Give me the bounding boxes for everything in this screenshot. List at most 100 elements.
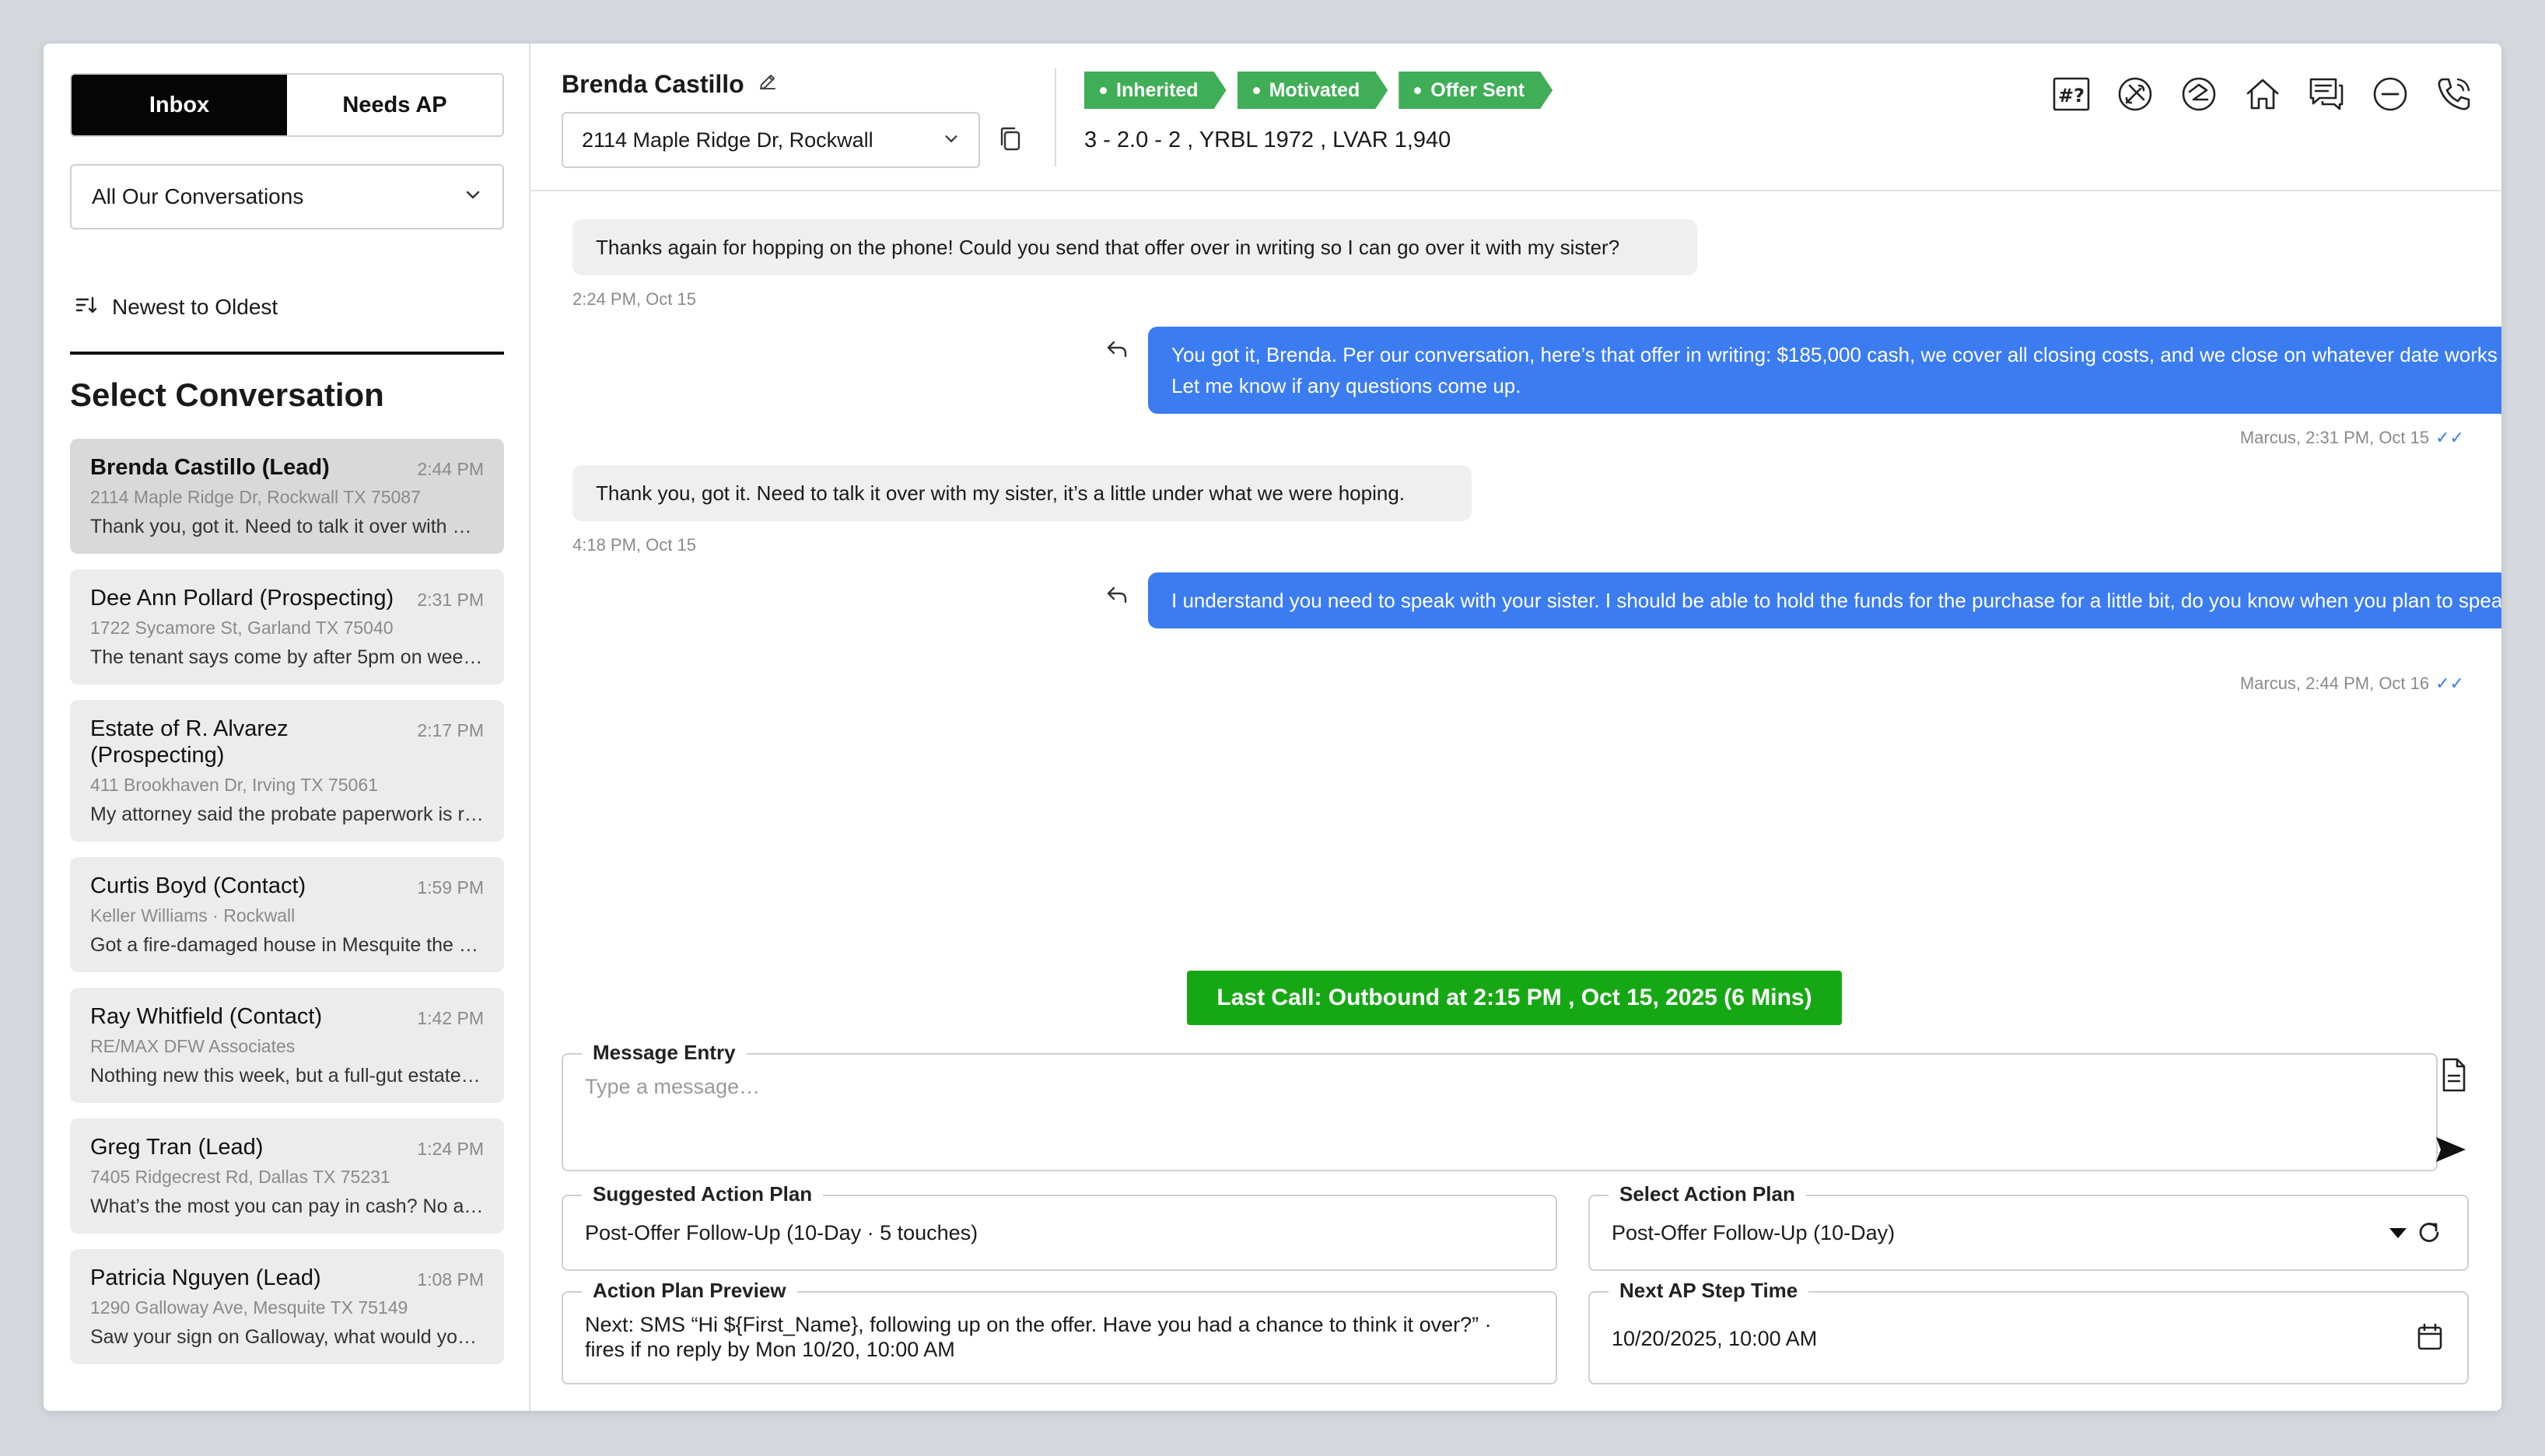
conversation-time: 1:08 PM bbox=[417, 1269, 484, 1290]
refresh-icon[interactable] bbox=[2414, 1218, 2444, 1251]
reply-icon[interactable] bbox=[1104, 583, 1129, 611]
hashtag-icon[interactable]: #? bbox=[2049, 72, 2094, 117]
last-call-banner: Last Call: Outbound at 2:15 PM , Oct 15,… bbox=[1187, 971, 1842, 1025]
conversation-name: Dee Ann Pollard (Prospecting) bbox=[90, 586, 394, 611]
message-entry-label: Message Entry bbox=[582, 1041, 747, 1065]
conversation-snippet: Got a fire-damaged house in Mesquite the… bbox=[90, 934, 484, 956]
suggested-action-plan-label: Suggested Action Plan bbox=[582, 1182, 824, 1206]
sort-toggle[interactable]: Newest to Oldest bbox=[70, 291, 504, 355]
conversation-time: 2:31 PM bbox=[417, 590, 484, 610]
conversation-snippet: What’s the most you can pay in cash? No … bbox=[90, 1195, 484, 1217]
app-window: Inbox Needs AP All Our Conversations New… bbox=[44, 44, 2501, 1411]
tools-icon[interactable] bbox=[2113, 72, 2158, 117]
home-icon[interactable] bbox=[2240, 72, 2285, 117]
conversation-time: 1:59 PM bbox=[417, 877, 484, 898]
header-actions: #? bbox=[2049, 72, 2477, 117]
tag-dot bbox=[1253, 87, 1260, 94]
incoming-message: Thanks again for hopping on the phone! C… bbox=[572, 219, 1697, 275]
tag-dot bbox=[1414, 87, 1421, 94]
action-plan-preview-line1: Next: SMS “Hi ${First_Name}, following u… bbox=[585, 1313, 1492, 1336]
property-address-value: 2114 Maple Ridge Dr, Rockwall bbox=[582, 128, 873, 152]
action-plan-controls bbox=[2386, 1218, 2444, 1251]
lead-tags: Inherited Motivated Offer Sent bbox=[1084, 72, 1553, 109]
conversation-filter-select[interactable]: All Our Conversations bbox=[70, 164, 504, 229]
action-plan-preview-line2: fires if no reply by Mon 10/20, 10:00 AM bbox=[585, 1338, 955, 1361]
conversation-item[interactable]: Greg Tran (Lead) 1:24 PM 7405 Ridgecrest… bbox=[70, 1118, 504, 1234]
conversation-item[interactable]: Curtis Boyd (Contact) 1:59 PM Keller Wil… bbox=[70, 857, 504, 972]
header-divider bbox=[1055, 68, 1056, 166]
conversation-time: 1:24 PM bbox=[417, 1139, 484, 1159]
chat-icon[interactable] bbox=[2304, 72, 2349, 117]
conversation-filter-value: All Our Conversations bbox=[92, 184, 304, 208]
select-action-plan-label: Select Action Plan bbox=[1609, 1182, 1806, 1206]
next-ap-step-time-label: Next AP Step Time bbox=[1609, 1279, 1809, 1303]
outgoing-message: I understand you need to speak with your… bbox=[1148, 572, 2501, 628]
tag-label: Motivated bbox=[1269, 79, 1360, 101]
copy-icon[interactable] bbox=[997, 124, 1024, 158]
select-action-plan[interactable]: Select Action Plan Post-Offer Follow-Up … bbox=[1588, 1182, 2469, 1271]
conversation-item[interactable]: Patricia Nguyen (Lead) 1:08 PM 1290 Gall… bbox=[70, 1249, 504, 1364]
message-meta: Marcus, 2:31 PM, Oct 15 ✓✓ bbox=[2240, 428, 2464, 448]
send-icon[interactable] bbox=[2431, 1132, 2470, 1171]
outgoing-message: You got it, Brenda. Per our conversation… bbox=[1148, 327, 2501, 414]
message-meta-text: Marcus, 2:44 PM, Oct 16 bbox=[2239, 674, 2430, 693]
tab-needs-ap[interactable]: Needs AP bbox=[287, 75, 502, 135]
conversation-item[interactable]: Ray Whitfield (Contact) 1:42 PM RE/MAX D… bbox=[70, 988, 504, 1103]
conversation-subtitle: 2114 Maple Ridge Dr, Rockwall TX 75087 bbox=[90, 487, 421, 507]
conversation-name: Estate of R. Alvarez (Prospecting) bbox=[90, 716, 289, 768]
tag-motivated[interactable]: Motivated bbox=[1237, 72, 1388, 109]
message-entry[interactable]: Message Entry Type a message… bbox=[562, 1041, 2438, 1171]
svg-text:#?: #? bbox=[2058, 85, 2085, 107]
tag-offer-sent[interactable]: Offer Sent bbox=[1399, 72, 1553, 109]
calendar-icon[interactable] bbox=[2416, 1322, 2444, 1356]
conversation-item[interactable]: Estate of R. Alvarez (Prospecting) 2:17 … bbox=[70, 700, 504, 842]
conversation-name: Ray Whitfield (Contact) bbox=[90, 1004, 323, 1029]
zillow-icon[interactable] bbox=[2176, 72, 2221, 117]
chevron-down-icon bbox=[464, 184, 482, 209]
contact-name: Brenda Castillo bbox=[562, 70, 779, 99]
caret-down-icon[interactable] bbox=[2386, 1221, 2410, 1248]
conversation-subtitle: 7405 Ridgecrest Rd, Dallas TX 75231 bbox=[90, 1167, 390, 1187]
read-receipt-icon: ✓✓ bbox=[2435, 428, 2464, 447]
sort-label: Newest to Oldest bbox=[112, 295, 278, 319]
property-info: 3 - 2.0 - 2 , YRBL 1972 , LVAR 1,940 bbox=[1084, 128, 1451, 152]
message-thread: Thanks again for hopping on the phone! C… bbox=[530, 193, 2501, 971]
tag-inherited[interactable]: Inherited bbox=[1084, 72, 1227, 109]
tag-dot bbox=[1100, 87, 1107, 94]
suggested-action-plan-value: Post-Offer Follow-Up (10-Day · 5 touches… bbox=[585, 1221, 978, 1244]
conversation-item[interactable]: Brenda Castillo (Lead) 2:44 PM 2114 Mapl… bbox=[70, 439, 504, 554]
message-meta: 4:18 PM, Oct 15 bbox=[572, 535, 696, 555]
tab-inbox[interactable]: Inbox bbox=[72, 75, 287, 135]
chevron-down-icon bbox=[943, 128, 960, 152]
action-plan-preview: Action Plan Preview Next: SMS “Hi ${Firs… bbox=[562, 1279, 1557, 1384]
conversation-subtitle: 1722 Sycamore St, Garland TX 75040 bbox=[90, 618, 394, 638]
pencil-icon[interactable] bbox=[757, 70, 779, 99]
conversation-name: Greg Tran (Lead) bbox=[90, 1135, 264, 1160]
read-receipt-icon: ✓✓ bbox=[2435, 674, 2464, 693]
sort-icon bbox=[75, 293, 98, 322]
message-meta-text: Marcus, 2:31 PM, Oct 15 bbox=[2239, 428, 2430, 447]
tag-label: Offer Sent bbox=[1430, 79, 1525, 101]
template-document-icon[interactable] bbox=[2436, 1056, 2470, 1099]
conversation-snippet: Thank you, got it. Need to talk it over … bbox=[90, 516, 484, 537]
conversation-subtitle: 411 Brookhaven Dr, Irving TX 75061 bbox=[90, 775, 378, 795]
message-input-placeholder: Type a message… bbox=[585, 1075, 761, 1098]
conversation-snippet: Nothing new this week, but a full-gut es… bbox=[90, 1065, 484, 1087]
contact-name-text: Brenda Castillo bbox=[562, 70, 744, 98]
next-ap-step-time-value: 10/20/2025, 10:00 AM bbox=[1612, 1327, 1818, 1350]
phone-icon[interactable] bbox=[2431, 72, 2477, 117]
minus-circle-icon[interactable] bbox=[2368, 72, 2413, 117]
next-ap-step-time[interactable]: Next AP Step Time 10/20/2025, 10:00 AM bbox=[1588, 1279, 2469, 1384]
inbox-tabs: Inbox Needs AP bbox=[70, 73, 504, 137]
conversation-snippet: The tenant says come by after 5pm on wee… bbox=[90, 646, 484, 668]
suggested-action-plan: Suggested Action Plan Post-Offer Follow-… bbox=[562, 1182, 1557, 1271]
conversation-header: Brenda Castillo 2114 Maple Ridge Dr, Roc… bbox=[530, 44, 2501, 191]
conversation-time: 1:42 PM bbox=[417, 1008, 484, 1028]
conversation-name: Curtis Boyd (Contact) bbox=[90, 873, 306, 898]
conversation-name: Brenda Castillo (Lead) bbox=[90, 455, 330, 480]
reply-icon[interactable] bbox=[1104, 338, 1129, 365]
tag-label: Inherited bbox=[1116, 79, 1199, 101]
property-address-select[interactable]: 2114 Maple Ridge Dr, Rockwall bbox=[562, 112, 980, 168]
conversation-subtitle: Keller Williams · Rockwall bbox=[90, 905, 296, 926]
conversation-item[interactable]: Dee Ann Pollard (Prospecting) 2:31 PM 17… bbox=[70, 569, 504, 684]
